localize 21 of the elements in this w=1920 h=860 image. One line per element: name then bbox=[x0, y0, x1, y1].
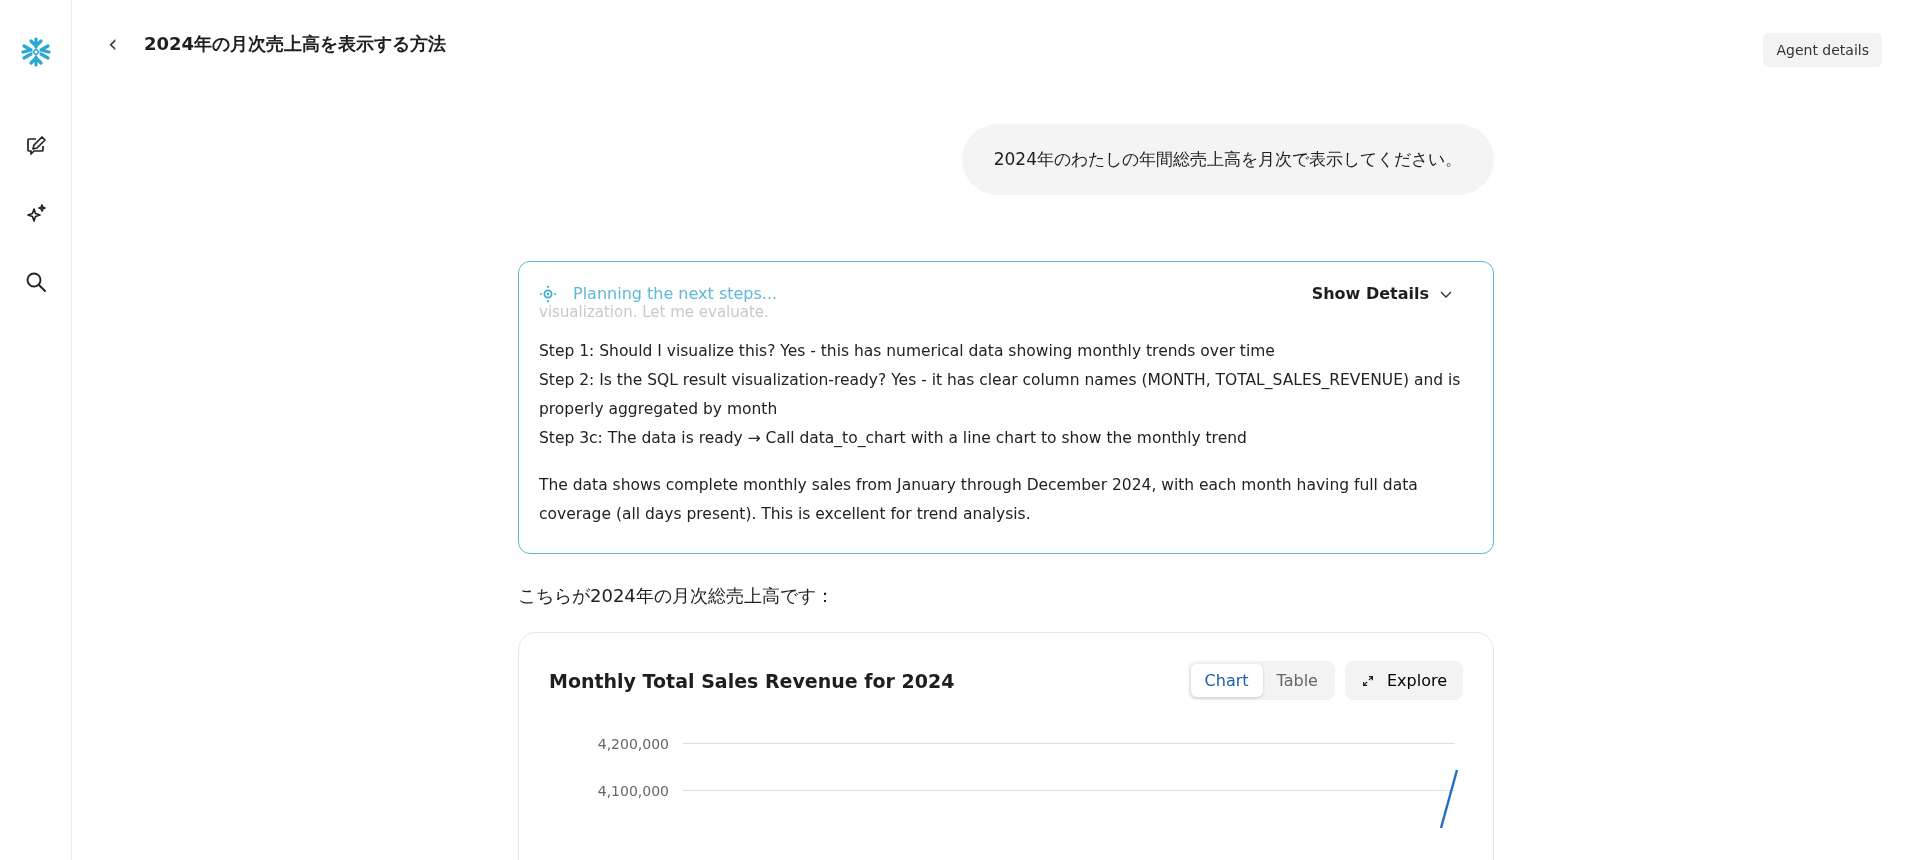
trend-line bbox=[1439, 768, 1459, 828]
chart-title: Monthly Total Sales Revenue for 2024 bbox=[549, 669, 956, 692]
reasoning-text: The data shows complete monthly sales from January through December 2024, with each month having full data coverage (all days present). This is excellent for trend analysis. bbox=[539, 475, 1419, 525]
view-tab[interactable]: Chart bbox=[1190, 664, 1263, 697]
explore-button[interactable]: Explore bbox=[1344, 661, 1463, 700]
show-details-toggle[interactable]: Show Details bbox=[1311, 284, 1473, 303]
back-button[interactable]: ‹ bbox=[104, 32, 138, 56]
agent-details-button[interactable]: Agent details bbox=[1763, 33, 1882, 67]
planning-status: Planning the next steps... bbox=[573, 284, 779, 303]
planning-icon bbox=[539, 284, 557, 303]
reasoning-text: Step 1: Should I visualize this? Yes - this has numerical data showing monthly trends over time bbox=[539, 341, 1276, 362]
expand-icon bbox=[1360, 673, 1375, 688]
reasoning-text: Step 2: Is the SQL result visualization-ready? Yes - it has clear column names (MONTH, TOTAL_SALES_REVENUE) and is properly aggregated by month bbox=[539, 370, 1462, 420]
conversation-title: 2024年の月次売上高を表示する方法 bbox=[144, 32, 448, 56]
answer-text: こちらが2024年の月次総売上高です： bbox=[518, 584, 835, 608]
view-tab[interactable]: Table bbox=[1262, 664, 1332, 697]
snowflake-logo[interactable] bbox=[19, 36, 52, 68]
user-message: 2024年のわたしの年間総売上高を月次で表示してください。 bbox=[961, 124, 1494, 195]
reasoning-text: Step 3c: The data is ready → Call data_to_chart with a line chart to show the monthly trend bbox=[539, 428, 1248, 449]
axis-label: 4,100,000 bbox=[596, 782, 670, 799]
axis-label: 4,200,000 bbox=[596, 735, 670, 752]
